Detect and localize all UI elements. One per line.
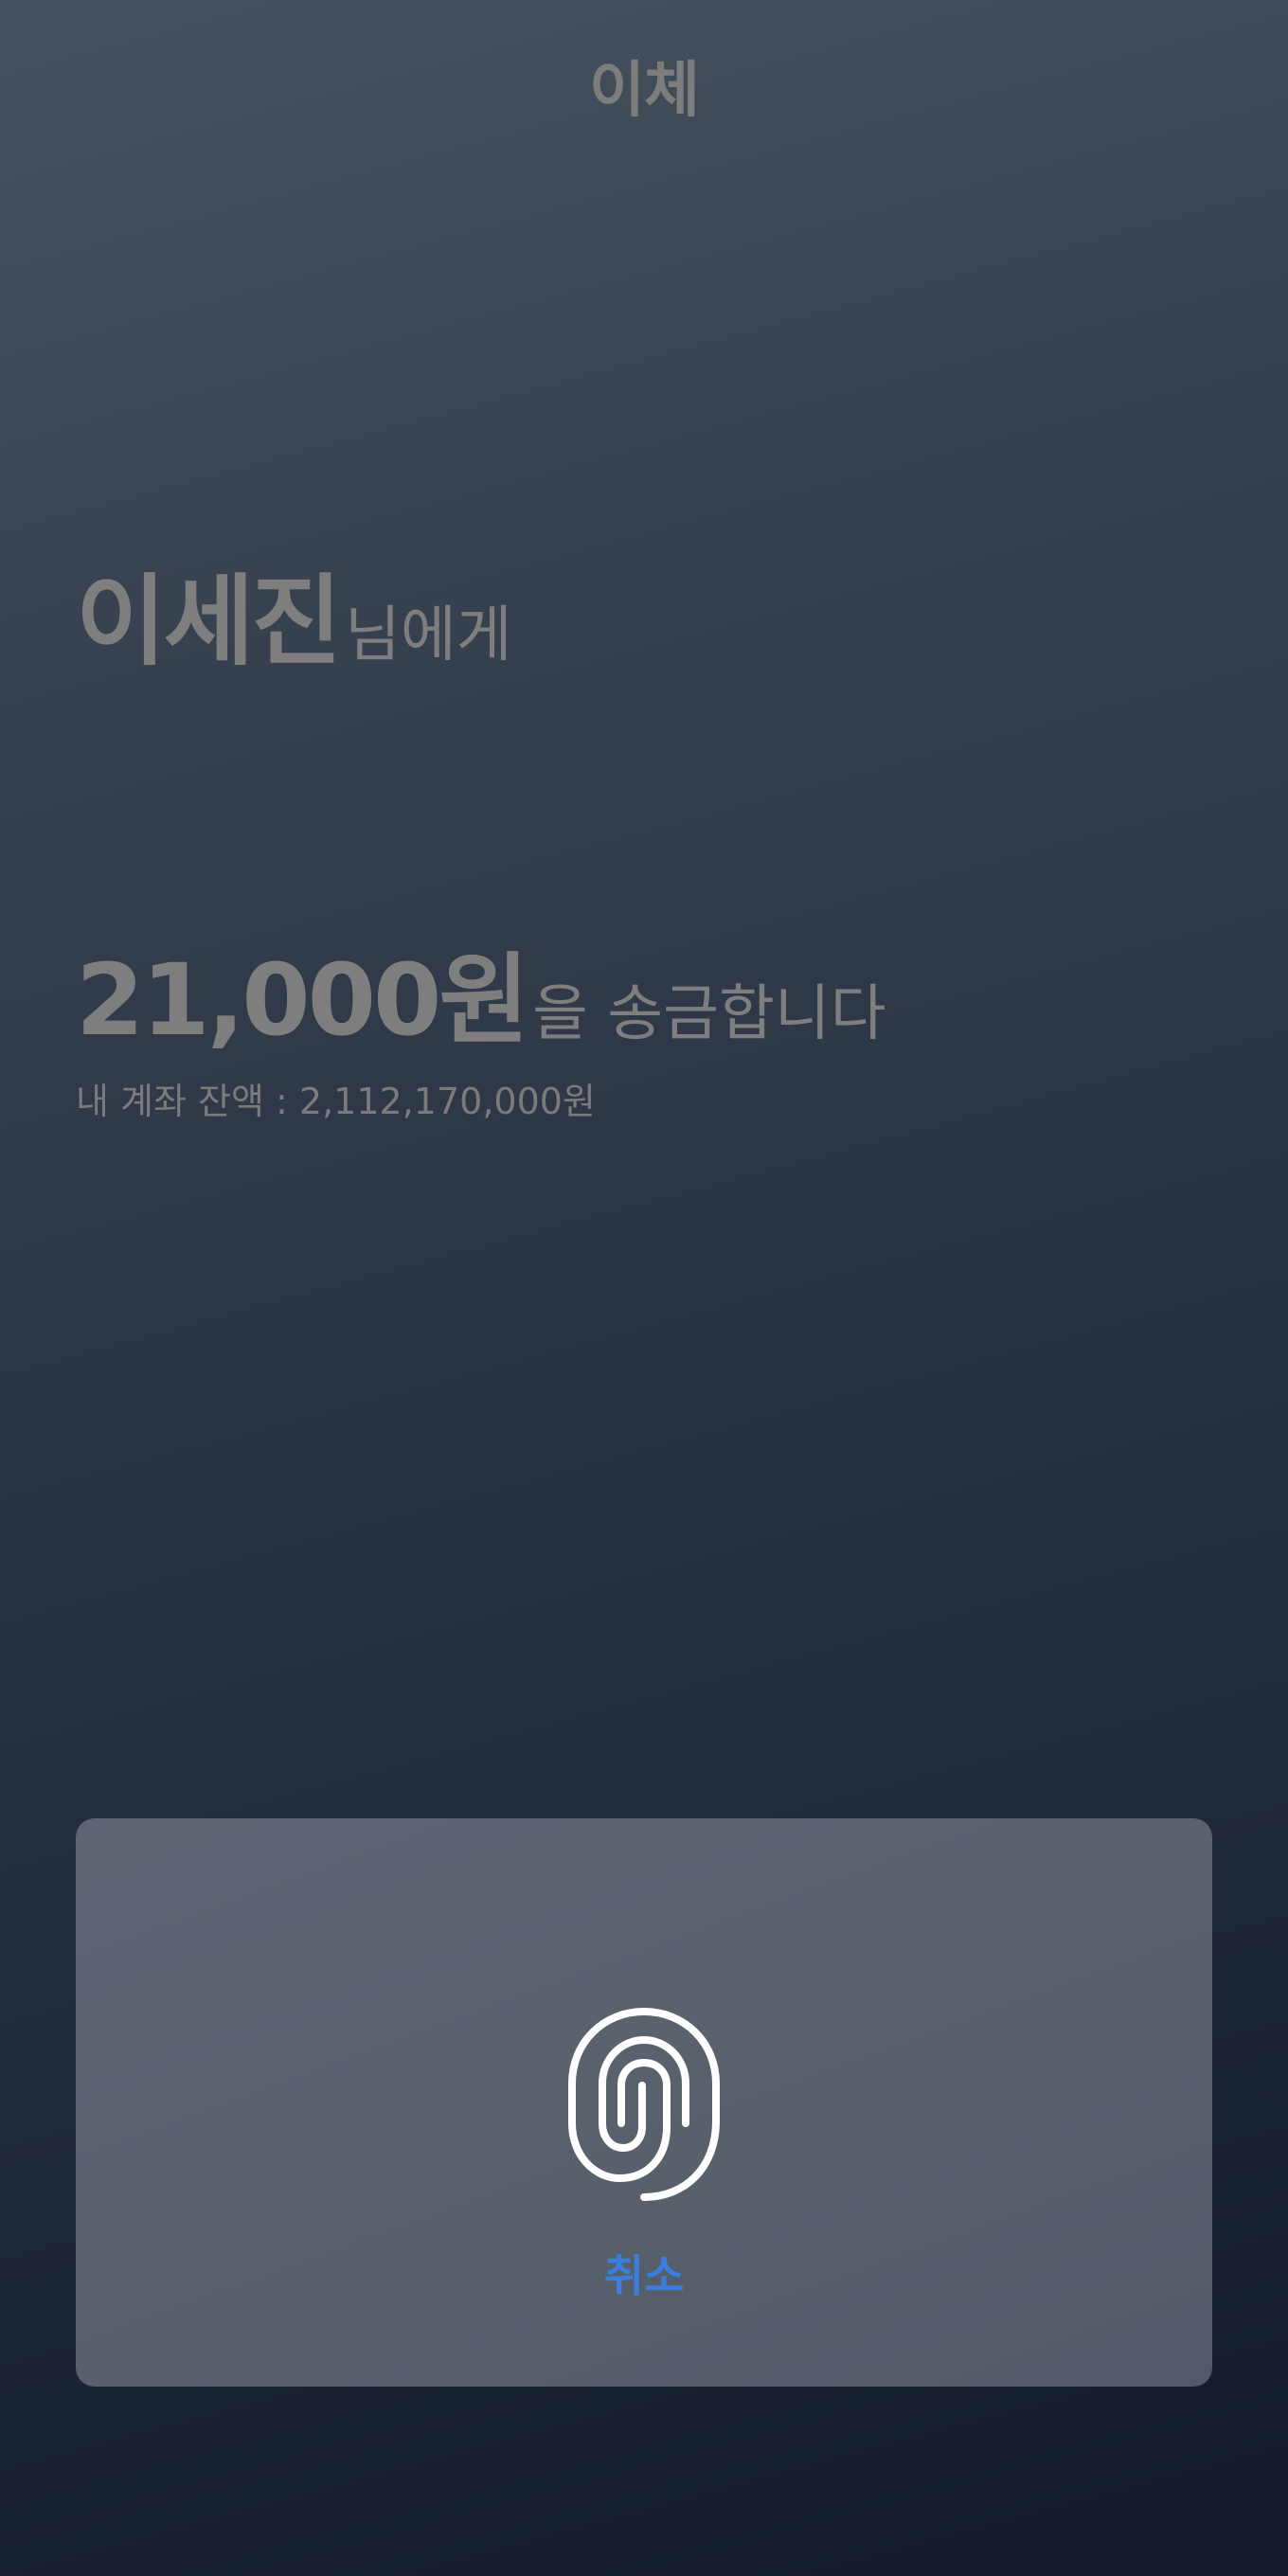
account-balance: 내 계좌 잔액 : 2,112,170,000원 (76, 1081, 596, 1122)
cancel-button[interactable]: 취소 (549, 2243, 739, 2309)
fingerprint-icon[interactable] (566, 2006, 722, 2201)
amount-suffix: 을 송금합니다 (532, 979, 886, 1049)
recipient-line: 이세진님에게 (76, 564, 512, 707)
transfer-amount: 21,000원 (76, 942, 529, 1058)
amount-line: 21,000원을 송금합니다 (76, 943, 886, 1086)
recipient-suffix: 님에게 (345, 600, 512, 671)
recipient-name: 이세진 (76, 564, 342, 679)
page-title: 이체 (589, 56, 700, 126)
transfer-screen: 이체 이세진님에게 21,000원을 송금합니다 내 계좌 잔액 : 2,112… (0, 0, 1288, 2576)
fingerprint-auth-panel: 취소 (76, 1818, 1212, 2387)
